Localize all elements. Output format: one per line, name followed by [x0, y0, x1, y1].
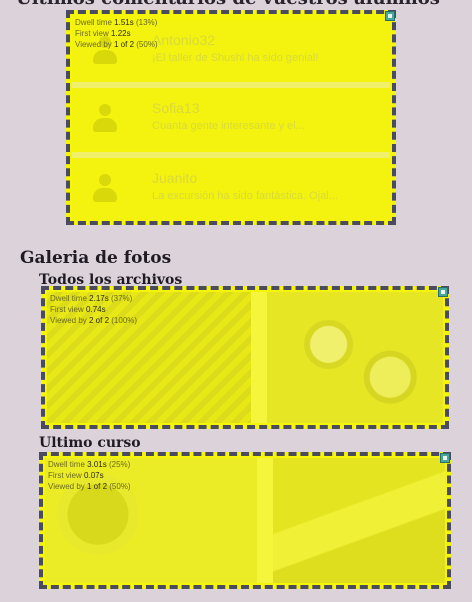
comment-item[interactable]: Juanito La excursión ha sido fantástica.… — [72, 158, 390, 220]
comment-text: Cuanta gente interesante y el... — [152, 120, 305, 132]
gallery-photo[interactable] — [267, 292, 443, 423]
comment-author: Sofia13 — [152, 100, 200, 116]
heatmap-marker-icon[interactable] — [440, 453, 450, 463]
all-files-attention-overlay: Dwell time 2.17s (37%) First view 0.74s … — [41, 286, 449, 429]
comments-overlay-stats: Dwell time 1.51s (13%) First view 1.22s … — [75, 18, 158, 49]
gallery-title: Galeria de fotos — [20, 248, 172, 268]
user-avatar-icon — [88, 102, 122, 136]
last-course-attention-overlay: Dwell time 3.01s (25%) First view 0.07s … — [39, 452, 451, 589]
comments-section-title: Ultimos comentarios de vuestros alumnos — [16, 0, 440, 9]
last-course-overlay-stats: Dwell time 3.01s (25%) First view 0.07s … — [48, 460, 131, 491]
comment-author: Juanito — [152, 170, 198, 186]
heatmap-marker-icon[interactable] — [385, 11, 395, 21]
comment-text: La excursión ha sido fantástica. Ojal... — [152, 190, 338, 202]
all-files-overlay-stats: Dwell time 2.17s (37%) First view 0.74s … — [50, 294, 138, 325]
user-avatar-icon — [88, 172, 122, 206]
last-course-title: Ultimo curso — [39, 435, 141, 451]
heatmap-marker-icon[interactable] — [438, 287, 448, 297]
comment-text: ¡El taller de Shushi ha sido genial! — [152, 52, 319, 64]
gallery-photo[interactable] — [273, 458, 445, 583]
comment-author: Antonio32 — [152, 32, 216, 48]
comment-item[interactable]: Sofia13 Cuanta gente interesante y el... — [72, 88, 390, 150]
comments-attention-overlay: Dwell time 1.51s (13%) First view 1.22s … — [66, 10, 396, 225]
